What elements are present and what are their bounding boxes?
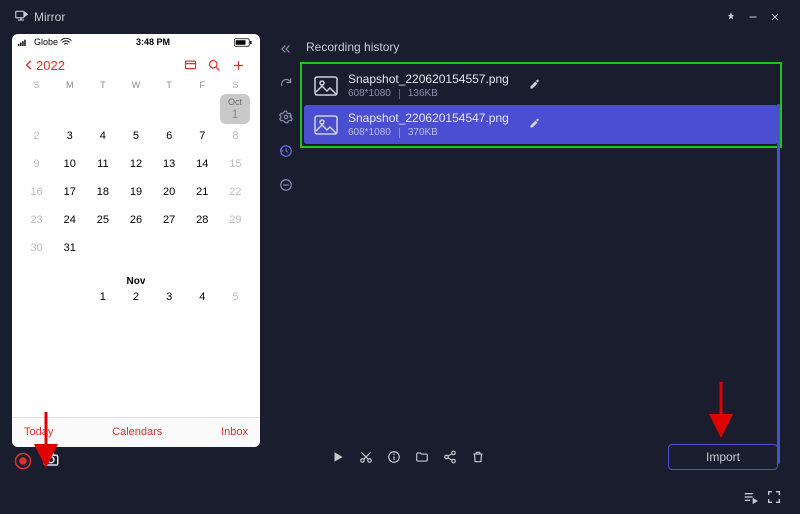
phone-time: 3:48 PM — [72, 37, 234, 47]
snapshot-button[interactable] — [42, 450, 60, 473]
history-icon[interactable] — [275, 140, 297, 162]
remove-icon[interactable] — [275, 174, 297, 196]
history-title: Recording history — [300, 36, 788, 62]
calendar-grid[interactable]: 2345678 9101112131415 16171819202122 232… — [12, 130, 260, 256]
refresh-icon[interactable] — [275, 72, 297, 94]
import-button[interactable]: Import — [668, 444, 778, 470]
minimize-button[interactable] — [742, 6, 764, 28]
phone-screen: Globe 3:48 PM 2022 — [12, 34, 260, 447]
mirror-panel: Globe 3:48 PM 2022 — [12, 34, 260, 476]
share-icon[interactable] — [438, 446, 462, 468]
collapse-icon[interactable] — [275, 38, 297, 60]
history-pane: Recording history Snapshot_220620154557.… — [300, 34, 788, 476]
play-icon[interactable] — [326, 446, 350, 468]
image-icon — [314, 76, 338, 96]
calendar-dow-row: SMTWTFS — [12, 80, 260, 90]
calendar-back-button[interactable]: 2022 — [22, 58, 65, 73]
app-logo-icon — [14, 9, 28, 26]
file-item[interactable]: Snapshot_220620154547.png 608*1080370KB — [304, 105, 778, 144]
calendar-list-icon[interactable] — [178, 58, 202, 73]
scrollbar[interactable] — [777, 104, 780, 464]
playlist-icon[interactable] — [738, 485, 762, 509]
settings-icon[interactable] — [275, 106, 297, 128]
mirror-controls — [12, 447, 260, 476]
app-title: Mirror — [34, 10, 65, 24]
calendar-footer: Today Calendars Inbox — [12, 417, 260, 447]
delete-icon[interactable] — [466, 446, 490, 468]
file-item[interactable]: Snapshot_220620154557.png 608*1080136KB — [304, 66, 778, 105]
close-button[interactable] — [764, 6, 786, 28]
side-toolbar — [272, 34, 300, 476]
cut-icon[interactable] — [354, 446, 378, 468]
calendar-inbox-button[interactable]: Inbox — [221, 426, 248, 438]
pin-button[interactable] — [720, 6, 742, 28]
titlebar: Mirror — [4, 4, 796, 30]
record-button[interactable] — [14, 452, 32, 470]
calendar-nov-label: Nov — [12, 276, 260, 287]
calendar-header: 2022 — [12, 50, 260, 80]
calendar-nov-grid[interactable]: 12345 — [12, 291, 260, 305]
phone-statusbar: Globe 3:48 PM — [12, 34, 260, 50]
calendar-calendars-button[interactable]: Calendars — [53, 426, 221, 438]
file-list: Snapshot_220620154557.png 608*1080136KB … — [300, 62, 782, 148]
edit-icon[interactable] — [529, 77, 541, 95]
calendar-search-icon[interactable] — [202, 58, 226, 73]
calendar-add-icon[interactable] — [226, 58, 250, 73]
image-icon — [314, 115, 338, 135]
calendar-oct-badge[interactable]: Oct 1 — [220, 94, 250, 124]
app-bottom-bar — [4, 484, 796, 510]
calendar-year: 2022 — [36, 58, 65, 73]
phone-carrier: Globe — [34, 37, 58, 47]
file-toolbar: Import — [300, 438, 788, 476]
edit-icon[interactable] — [529, 116, 541, 134]
phone-battery-icon — [234, 38, 254, 47]
folder-icon[interactable] — [410, 446, 434, 468]
file-name: Snapshot_220620154547.png — [348, 111, 509, 125]
calendar-today-button[interactable]: Today — [24, 426, 53, 438]
info-icon[interactable] — [382, 446, 406, 468]
file-name: Snapshot_220620154557.png — [348, 72, 509, 86]
fullscreen-icon[interactable] — [762, 485, 786, 509]
